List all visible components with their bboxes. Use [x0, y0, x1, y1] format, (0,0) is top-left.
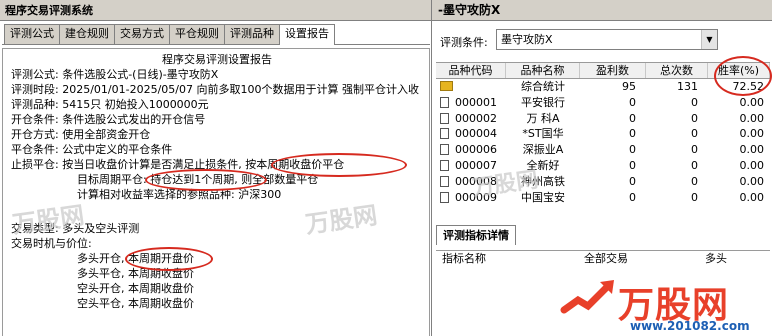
- cell-wins: 0: [629, 95, 636, 109]
- detail-header-all-trades[interactable]: 全部交易: [546, 251, 666, 266]
- cell-total: 0: [691, 143, 698, 157]
- cell-name: *ST国华: [522, 127, 564, 141]
- header-name[interactable]: 品种名称: [506, 63, 580, 78]
- cell-name: 万 科A: [526, 111, 560, 125]
- folder-icon: [440, 81, 453, 91]
- cell-rate: 0.00: [739, 127, 765, 141]
- tab-indicator-details[interactable]: 评测指标详情: [436, 225, 516, 245]
- cell-wins: 0: [629, 158, 636, 172]
- report-line-timing: 交易时机与价位:: [11, 237, 92, 250]
- table-row[interactable]: 000001 平安银行 0 0 0.00: [436, 95, 770, 111]
- site-url: www.201082.com: [630, 319, 750, 333]
- document-icon: [440, 175, 449, 187]
- site-logo-icon: [560, 280, 614, 314]
- report-line-open-condition: 开仓条件: 条件选股公式发出的开仓信号: [11, 113, 206, 126]
- cell-name: 中国宝安: [521, 190, 565, 204]
- report-title: 程序交易评测设置报告: [162, 53, 272, 66]
- cell-rate: 72.52: [732, 80, 765, 93]
- tab-settings-report[interactable]: 设置报告: [279, 24, 335, 45]
- cell-rate: 0.00: [739, 190, 765, 204]
- condition-select-value: 墨守攻防X: [501, 33, 553, 46]
- report-line-long-close: 多头平仓, 本周期收盘价: [77, 267, 194, 280]
- cell-wins: 0: [629, 190, 636, 204]
- table-row[interactable]: 000006 深振业A 0 0 0.00: [436, 142, 770, 158]
- settings-report-panel[interactable]: 程序交易评测设置报告 评测公式: 条件选股公式-(日线)-墨守攻防X 评测时段:…: [2, 48, 430, 336]
- header-code[interactable]: 品种代码: [436, 63, 506, 78]
- report-line-period: 评测时段: 2025/01/01-2025/05/07 向前多取100个数据用于…: [11, 83, 419, 96]
- cell-total: 0: [691, 111, 698, 125]
- cell-wins: 0: [629, 111, 636, 125]
- window-title: 程序交易评测系统: [0, 0, 431, 21]
- cell-rate: 0.00: [739, 143, 765, 157]
- cell-total: 0: [691, 95, 698, 109]
- document-icon: [440, 191, 449, 203]
- cell-wins: 0: [629, 127, 636, 141]
- tab-divider: [2, 44, 430, 45]
- cell-rate: 0.00: [739, 158, 765, 172]
- cell-name: 全新好: [526, 158, 560, 172]
- detail-table-header: 指标名称 全部交易 多头: [436, 250, 770, 266]
- result-table: 品种代码 品种名称 盈利数 总次数 胜率(%) 综合统计 95 131 72.5…: [436, 62, 770, 205]
- cell-wins: 95: [622, 80, 636, 93]
- cell-total: 131: [677, 80, 698, 93]
- tab-open-rules[interactable]: 建仓规则: [59, 24, 115, 44]
- report-line-trade-type: 交易类型: 多头及空头评测: [11, 222, 140, 235]
- table-row[interactable]: 000008 神州高铁 0 0 0.00: [436, 174, 770, 190]
- document-icon: [440, 159, 449, 171]
- condition-label: 评测条件:: [440, 36, 488, 49]
- condition-select[interactable]: 墨守攻防X ▼: [496, 29, 718, 50]
- report-line-formula: 评测公式: 条件选股公式-(日线)-墨守攻防X: [11, 68, 219, 81]
- report-line-close-condition: 平仓条件: 公式中定义的平仓条件: [11, 143, 173, 156]
- report-line-target-period: 目标周期平仓: 持仓达到1个周期, 则全部数量平仓: [77, 173, 319, 186]
- cell-wins: 0: [629, 174, 636, 188]
- cell-total: 0: [691, 174, 698, 188]
- cell-name: 深振业A: [522, 143, 564, 157]
- table-row-summary[interactable]: 综合统计 95 131 72.52: [436, 79, 770, 95]
- tab-trade-mode[interactable]: 交易方式: [114, 24, 170, 44]
- chevron-down-icon[interactable]: ▼: [701, 30, 717, 49]
- report-line-stoploss: 止损平仓: 按当日收盘价计算是否满足止损条件, 按本周期收盘价平仓: [11, 158, 345, 171]
- table-row[interactable]: 000004 *ST国华 0 0 0.00: [436, 126, 770, 142]
- document-icon: [440, 96, 449, 108]
- site-watermark: 万股网 www.201082.com: [560, 276, 760, 333]
- cell-wins: 0: [629, 143, 636, 157]
- document-icon: [440, 128, 449, 140]
- detail-header-long[interactable]: 多头: [666, 251, 766, 266]
- document-icon: [440, 112, 449, 124]
- evaluation-system-window: 程序交易评测系统 评测公式 建仓规则 交易方式 平仓规则 评测品种 设置报告 程…: [0, 0, 432, 336]
- cell-total: 0: [691, 127, 698, 141]
- header-wins[interactable]: 盈利数: [580, 63, 646, 78]
- report-line-instruments: 评测品种: 5415只 初始投入1000000元: [11, 98, 209, 111]
- cell-total: 0: [691, 158, 698, 172]
- tab-close-rules[interactable]: 平仓规则: [169, 24, 225, 44]
- header-rate[interactable]: 胜率(%): [708, 63, 770, 78]
- table-row[interactable]: 000009 中国宝安 0 0 0.00: [436, 190, 770, 206]
- detail-header-indicator[interactable]: 指标名称: [436, 251, 546, 266]
- tab-instruments[interactable]: 评测品种: [224, 24, 280, 44]
- cell-name: 神州高铁: [521, 174, 565, 188]
- tab-formula[interactable]: 评测公式: [4, 24, 60, 44]
- table-row[interactable]: 000002 万 科A 0 0 0.00: [436, 111, 770, 127]
- report-line-short-close: 空头平仓, 本周期收盘价: [77, 297, 194, 310]
- cell-name: 综合统计: [521, 80, 565, 93]
- document-icon: [440, 144, 449, 156]
- cell-rate: 0.00: [739, 174, 765, 188]
- report-line-long-open: 多头开仓, 本周期开盘价: [77, 252, 194, 265]
- cell-rate: 0.00: [739, 111, 765, 125]
- cell-total: 0: [691, 190, 698, 204]
- cell-rate: 0.00: [739, 95, 765, 109]
- report-line-benchmark: 计算相对收益率选择的参照品种: 沪深300: [77, 188, 282, 201]
- result-window-title: -墨守攻防X: [432, 0, 772, 21]
- report-line-open-mode: 开仓方式: 使用全部资金开仓: [11, 128, 151, 141]
- header-total[interactable]: 总次数: [646, 63, 708, 78]
- table-header: 品种代码 品种名称 盈利数 总次数 胜率(%): [436, 63, 770, 79]
- tab-bar: 评测公式 建仓规则 交易方式 平仓规则 评测品种 设置报告: [4, 24, 335, 45]
- report-line-short-open: 空头开仓, 本周期收盘价: [77, 282, 194, 295]
- cell-name: 平安银行: [521, 95, 565, 109]
- table-row[interactable]: 000007 全新好 0 0 0.00: [436, 158, 770, 174]
